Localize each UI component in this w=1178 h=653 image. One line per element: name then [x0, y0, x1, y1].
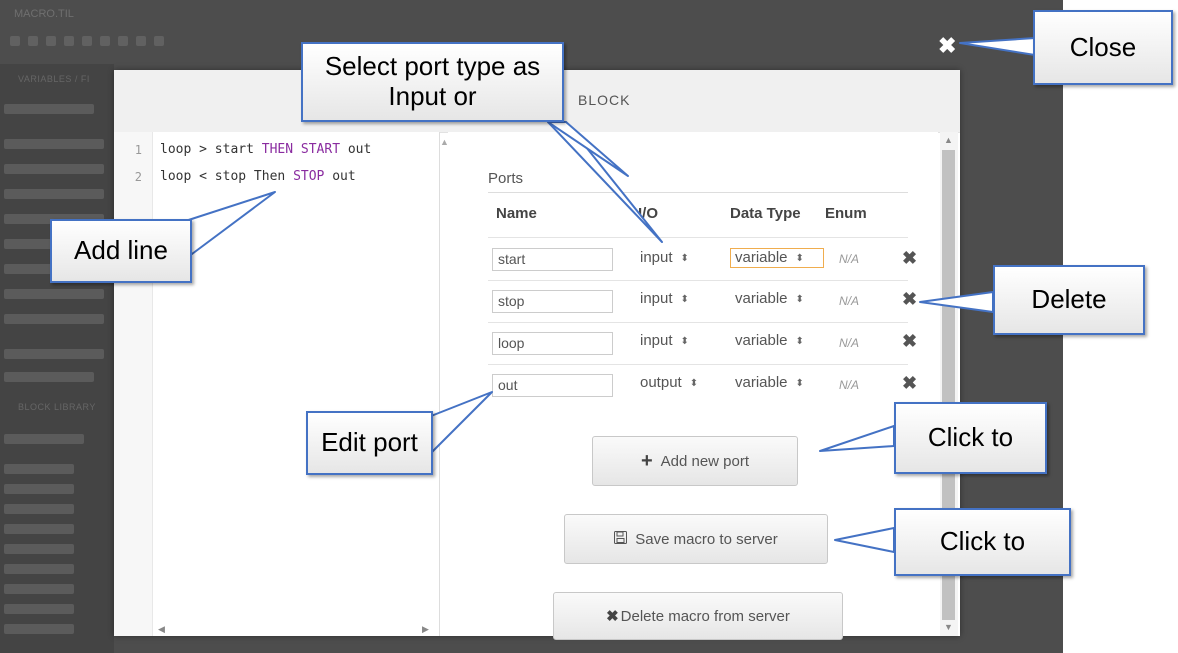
- select-caret-icon: ⬍: [680, 294, 689, 305]
- delete-macro-button[interactable]: ✖ Delete macro from server: [553, 592, 843, 640]
- select-caret-icon: ⬍: [795, 378, 804, 389]
- port-enum-value: N/A: [839, 252, 860, 266]
- port-name-input[interactable]: start: [492, 248, 613, 271]
- callout-select-port-type: Select port type as Input or: [301, 42, 564, 122]
- close-icon[interactable]: ✖: [938, 33, 956, 59]
- editor-horizontal-scrollbar[interactable]: ◀ ▶: [152, 623, 439, 635]
- delete-port-icon[interactable]: ✖: [902, 289, 917, 310]
- app-toolbar: [10, 36, 290, 52]
- port-data-type-select[interactable]: variable ⬍: [735, 290, 804, 307]
- port-enum-value: N/A: [839, 294, 860, 308]
- port-io-select[interactable]: input ⬍: [640, 249, 689, 266]
- column-header-io: I/O: [638, 205, 659, 222]
- code-line-2[interactable]: loop < stop Then STOP out: [160, 169, 356, 184]
- divider: [488, 364, 908, 365]
- port-io-select[interactable]: output ⬍: [640, 374, 698, 391]
- callout-click-to-save: Click to: [894, 508, 1071, 576]
- port-data-type-select[interactable]: variable ⬍: [735, 332, 804, 349]
- ports-section-label: Ports: [488, 170, 524, 187]
- sidebar-head-block-library: BLOCK LIBRARY: [18, 402, 96, 412]
- port-enum-value: N/A: [839, 378, 860, 392]
- editor-vertical-scrollbar[interactable]: ▲: [440, 132, 449, 152]
- select-caret-icon: ⬍: [795, 253, 804, 264]
- scroll-right-icon[interactable]: ▶: [422, 624, 429, 635]
- port-enum-value: N/A: [839, 336, 860, 350]
- port-name-input[interactable]: loop: [492, 332, 613, 355]
- app-title: MACRO.TIL: [14, 8, 74, 20]
- port-data-type-select[interactable]: variable ⬍: [735, 249, 804, 266]
- callout-click-to-add: Click to: [894, 402, 1047, 474]
- ports-panel: Ports Name I/O Data Type Enum start inpu…: [448, 132, 938, 640]
- callout-add-line: Add line: [50, 219, 192, 283]
- select-caret-icon: ⬍: [795, 336, 804, 347]
- select-caret-icon: ⬍: [689, 378, 699, 389]
- line-number: 1: [134, 143, 142, 157]
- scroll-left-icon[interactable]: ◀: [158, 624, 165, 635]
- port-data-type-select[interactable]: variable ⬍: [735, 374, 804, 391]
- divider: [488, 192, 908, 193]
- x-icon: ✖: [606, 608, 619, 625]
- macro-modal: BLOCK 1 2 loop > start THEN START out lo…: [114, 70, 960, 640]
- port-io-select[interactable]: input ⬍: [640, 332, 689, 349]
- callout-delete: Delete: [993, 265, 1145, 335]
- delete-port-icon[interactable]: ✖: [902, 248, 917, 269]
- port-name-input[interactable]: out: [492, 374, 613, 397]
- column-header-data-type: Data Type: [730, 205, 801, 222]
- divider: [488, 280, 908, 281]
- divider: [488, 322, 908, 323]
- sidebar-head-variables: VARIABLES / FI: [18, 74, 90, 84]
- modal-title: BLOCK: [578, 92, 631, 108]
- floppy-disk-icon: [614, 530, 628, 548]
- line-number: 2: [134, 170, 142, 184]
- code-line-1[interactable]: loop > start THEN START out: [160, 142, 371, 157]
- column-header-enum: Enum: [825, 205, 867, 222]
- delete-port-icon[interactable]: ✖: [902, 331, 917, 352]
- app-sidebar: VARIABLES / FI BLOCK LIBRARY: [0, 64, 114, 653]
- select-caret-icon: ⬍: [680, 336, 689, 347]
- select-caret-icon: ⬍: [795, 294, 804, 305]
- plus-icon: +: [640, 449, 653, 472]
- code-editor[interactable]: 1 2 loop > start THEN START out loop < s…: [114, 132, 440, 636]
- scroll-up-icon[interactable]: ▲: [944, 135, 953, 145]
- callout-edit-port: Edit port: [306, 411, 433, 475]
- select-caret-icon: ⬍: [680, 253, 689, 264]
- line-gutter: 1 2: [114, 132, 153, 636]
- column-header-name: Name: [496, 205, 537, 222]
- delete-port-icon[interactable]: ✖: [902, 373, 917, 394]
- divider: [488, 237, 908, 238]
- add-new-port-button[interactable]: + Add new port: [592, 436, 798, 486]
- port-name-input[interactable]: stop: [492, 290, 613, 313]
- callout-close: Close: [1033, 10, 1173, 85]
- scroll-down-icon[interactable]: ▼: [944, 622, 953, 632]
- save-macro-button[interactable]: Save macro to server: [564, 514, 828, 564]
- port-io-select[interactable]: input ⬍: [640, 290, 689, 307]
